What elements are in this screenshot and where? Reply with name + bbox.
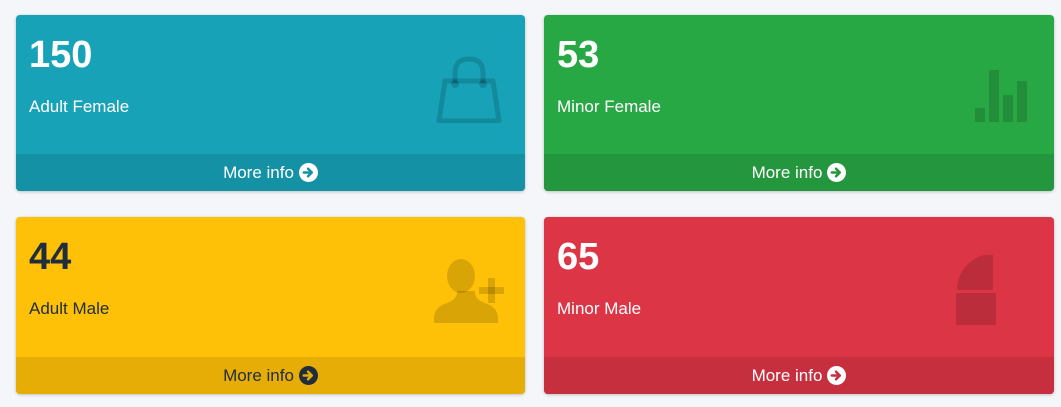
arrow-circle-right-icon xyxy=(298,163,318,182)
stat-card-adult-male: 44 Adult Male More info xyxy=(16,217,525,394)
stat-card-body: 44 Adult Male xyxy=(16,217,525,356)
stat-count: 65 xyxy=(557,236,600,278)
user-plus-icon xyxy=(427,255,507,325)
pie-chart-icon xyxy=(926,254,1036,363)
stat-label: Minor Male xyxy=(557,299,642,318)
more-info-label: More info xyxy=(223,162,294,182)
stat-card-body: 53 Minor Female xyxy=(544,15,1054,154)
stat-label: Adult Male xyxy=(29,299,110,318)
stat-count: 44 xyxy=(29,236,72,278)
bar-chart-icon xyxy=(956,53,1036,123)
more-info-link[interactable]: More info xyxy=(544,357,1054,394)
stat-count: 150 xyxy=(29,34,93,76)
stat-card-minor-female: 53 Minor Female More info xyxy=(544,15,1054,191)
stat-card-body: 65 Minor Male xyxy=(544,217,1054,363)
arrow-circle-right-icon xyxy=(827,366,847,385)
more-info-label: More info xyxy=(223,365,294,385)
more-info-link[interactable]: More info xyxy=(544,154,1054,191)
more-info-label: More info xyxy=(751,365,823,385)
stat-label: Adult Female xyxy=(29,97,130,116)
stat-card-minor-male: 65 Minor Male More info xyxy=(544,217,1054,394)
stat-card-adult-female: 150 Adult Female More info xyxy=(16,15,525,191)
shopping-bag-icon xyxy=(427,53,507,124)
stats-grid: 150 Adult Female More info 53 Minor Fema… xyxy=(0,0,1061,407)
more-info-label: More info xyxy=(751,162,823,182)
arrow-circle-right-icon xyxy=(298,366,318,385)
more-info-link[interactable]: More info xyxy=(16,357,525,394)
arrow-circle-right-icon xyxy=(827,163,847,182)
stat-count: 53 xyxy=(557,34,600,76)
stat-label: Minor Female xyxy=(557,97,661,116)
stat-card-body: 150 Adult Female xyxy=(16,15,525,154)
more-info-link[interactable]: More info xyxy=(16,154,525,191)
